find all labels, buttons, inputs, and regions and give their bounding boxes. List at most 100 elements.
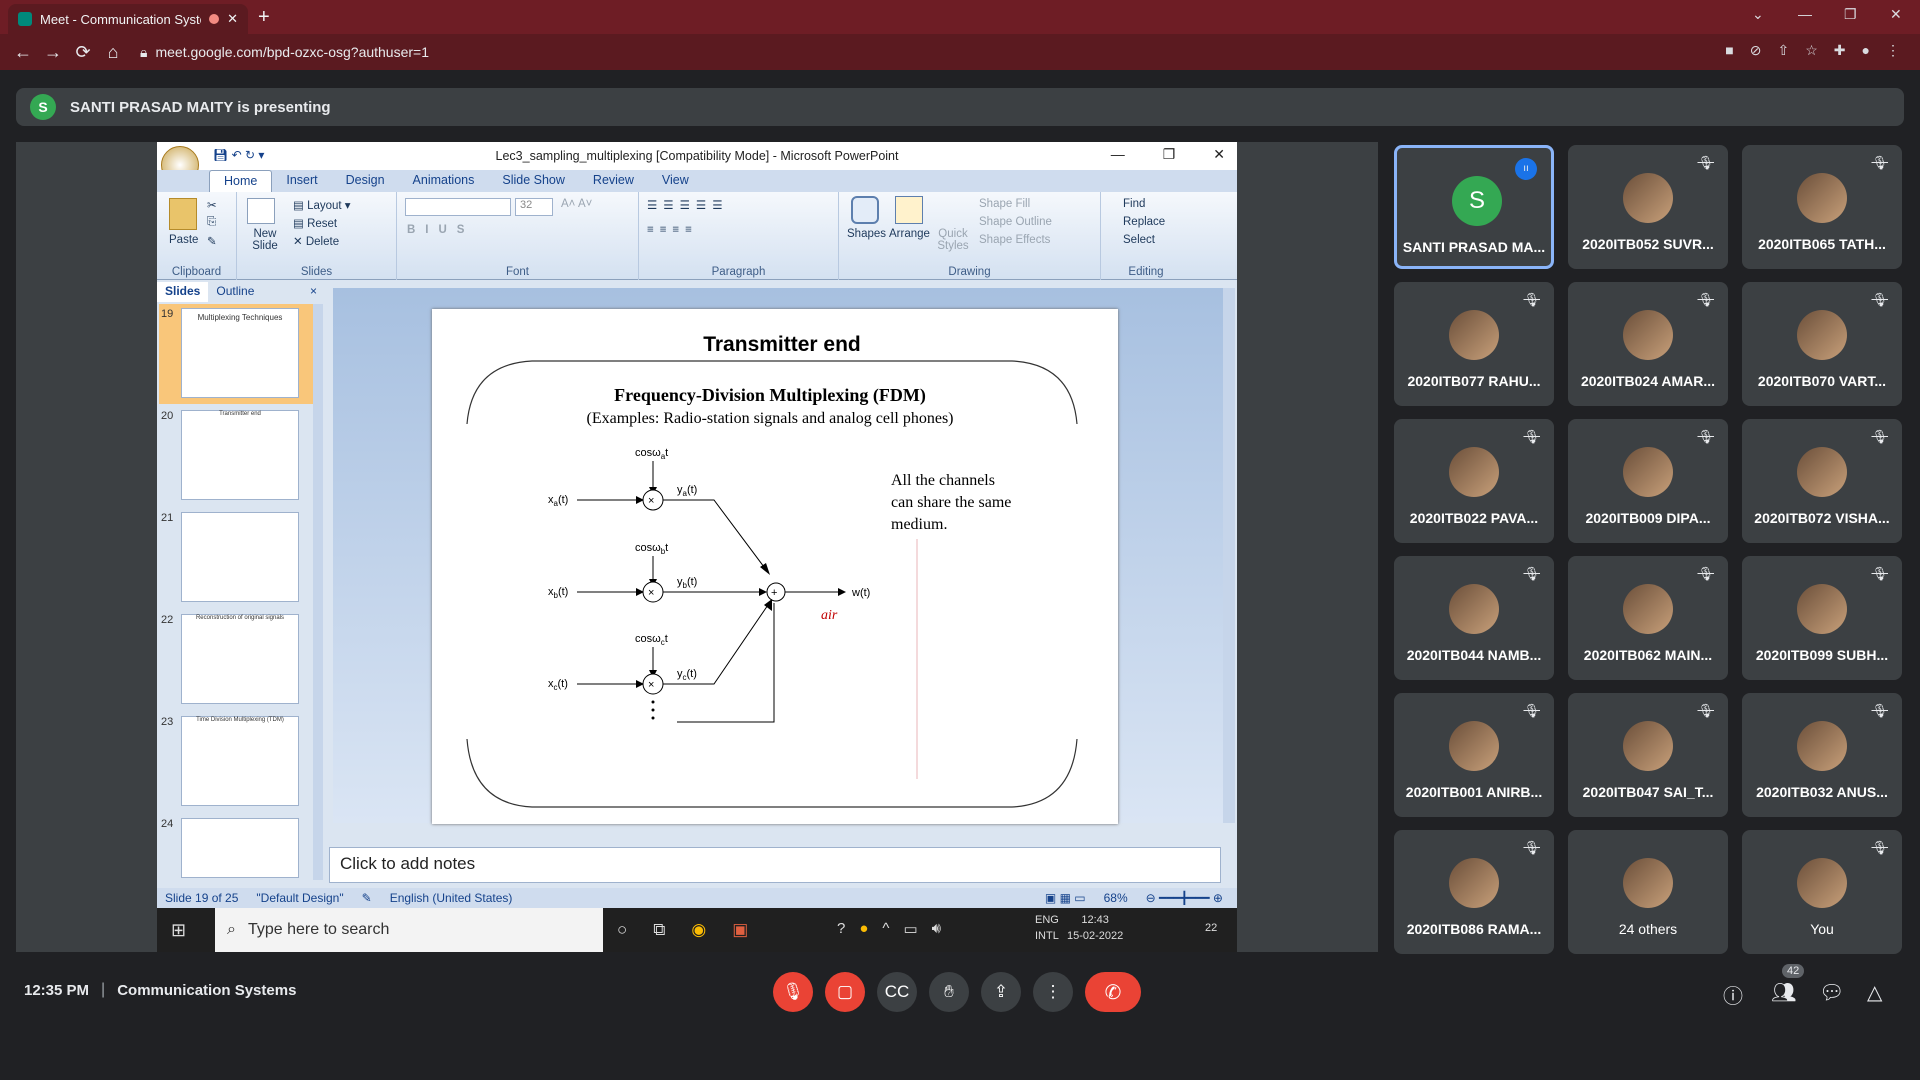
participant-tile[interactable]: You 🎙︎ xyxy=(1742,830,1902,954)
chrome-menu-icon[interactable]: ⋮ xyxy=(1886,42,1900,59)
tab-outline[interactable]: Outline xyxy=(208,282,262,302)
input-language[interactable]: ENG INTL xyxy=(1035,912,1059,944)
cortana-icon[interactable]: ○ xyxy=(617,920,627,940)
paste-icon[interactable] xyxy=(169,198,197,230)
participant-tile[interactable]: 2020ITB052 SUVR... 🎙︎ xyxy=(1568,145,1728,269)
people-icon[interactable]: 👥︎ xyxy=(1771,980,1796,1005)
view-buttons[interactable]: ▣ ▦ ▭ xyxy=(1045,891,1086,905)
participant-tile[interactable]: S SANTI PRASAD MA... ıı xyxy=(1394,145,1554,269)
ppt-minimize-icon[interactable]: — xyxy=(1111,146,1125,163)
participant-tile[interactable]: 24 others xyxy=(1568,830,1728,954)
find-button[interactable]: Find xyxy=(1123,198,1145,210)
participant-tile[interactable]: 2020ITB070 VART... 🎙︎ xyxy=(1742,282,1902,406)
cut-icon[interactable]: ✂ xyxy=(207,198,217,212)
delete-button[interactable]: ✕ Delete xyxy=(293,234,339,248)
bullets-icons[interactable]: ☰☰☰☰☰ xyxy=(647,198,729,212)
share-icon[interactable]: ⇧ xyxy=(1778,42,1790,59)
new-tab-button[interactable]: + xyxy=(258,6,270,29)
slide-thumbnail[interactable]: Multiplexing Techniques xyxy=(181,308,299,398)
paste-button[interactable]: Paste xyxy=(169,234,198,246)
shape-effects-button[interactable]: Shape Effects xyxy=(979,234,1050,246)
tab-close-icon[interactable]: ✕ xyxy=(227,11,238,27)
participant-tile[interactable]: 2020ITB077 RAHU... 🎙︎ xyxy=(1394,282,1554,406)
browser-tab[interactable]: Meet - Communication Syste ✕ xyxy=(8,4,248,34)
spellcheck-icon[interactable]: ✎ xyxy=(362,891,372,905)
participant-tile[interactable]: 2020ITB001 ANIRB... 🎙︎ xyxy=(1394,693,1554,817)
shapes-button[interactable]: Shapes xyxy=(847,228,886,240)
forward-icon[interactable]: → xyxy=(38,42,68,63)
activities-icon[interactable]: △ xyxy=(1867,980,1882,1005)
participant-tile[interactable]: 2020ITB024 AMAR... 🎙︎ xyxy=(1568,282,1728,406)
mic-off-button[interactable]: 🎙︎ xyxy=(773,972,813,1012)
participant-tile[interactable]: 2020ITB072 VISHA... 🎙︎ xyxy=(1742,419,1902,543)
network-icon[interactable]: ▭ xyxy=(903,920,917,938)
chat-icon[interactable]: 💬︎ xyxy=(1819,980,1844,1005)
quick-access-toolbar[interactable]: 💾︎ ↶ ↻ ▾ xyxy=(213,148,264,162)
raise-hand-button[interactable]: ✋︎ xyxy=(929,972,969,1012)
notification-count[interactable]: 22 xyxy=(1205,922,1217,934)
meeting-details-icon[interactable]: ⓘ xyxy=(1723,980,1743,1009)
task-view-icon[interactable]: ⧉ xyxy=(653,920,665,940)
participant-tile[interactable]: 2020ITB044 NAMB... 🎙︎ xyxy=(1394,556,1554,680)
zoom-level[interactable]: 68% xyxy=(1104,891,1128,905)
arrange-button[interactable]: Arrange xyxy=(889,228,930,240)
participant-tile[interactable]: 2020ITB099 SUBH... 🎙︎ xyxy=(1742,556,1902,680)
notes-field[interactable]: Click to add notes xyxy=(329,847,1221,883)
tab-review[interactable]: Review xyxy=(579,170,648,192)
restore-icon[interactable]: ❐ xyxy=(1844,6,1857,23)
participant-tile[interactable]: 2020ITB032 ANUS... 🎙︎ xyxy=(1742,693,1902,817)
tab-slide-show[interactable]: Slide Show xyxy=(488,170,579,192)
participant-tile[interactable]: 2020ITB062 MAIN... 🎙︎ xyxy=(1568,556,1728,680)
tab-slides[interactable]: Slides xyxy=(157,282,209,302)
editor-scrollbar[interactable] xyxy=(1223,288,1235,823)
tab-search-icon[interactable]: ⌄ xyxy=(1752,6,1764,23)
participant-tile[interactable]: 2020ITB022 PAVA... 🎙︎ xyxy=(1394,419,1554,543)
slide-thumbnail[interactable] xyxy=(181,818,299,878)
camera-off-button[interactable]: ▢ xyxy=(825,972,865,1012)
weather-icon[interactable]: ● xyxy=(859,920,868,938)
slide-thumbnail[interactable]: Reconstruction of original signals xyxy=(181,614,299,704)
select-button[interactable]: Select xyxy=(1123,234,1155,246)
tab-view[interactable]: View xyxy=(648,170,703,192)
chrome-app-icon[interactable]: ◉ xyxy=(691,920,706,940)
tab-design[interactable]: Design xyxy=(332,170,399,192)
more-options-button[interactable]: ⋮ xyxy=(1033,972,1073,1012)
bookmark-star-icon[interactable]: ☆ xyxy=(1805,42,1818,59)
font-size-field[interactable]: 32 xyxy=(515,198,553,216)
present-button[interactable]: ⇪ xyxy=(981,972,1021,1012)
format-painter-icon[interactable]: ✎ xyxy=(207,234,217,248)
tab-home[interactable]: Home xyxy=(209,170,273,192)
extensions-icon[interactable]: ✚ xyxy=(1834,42,1846,59)
shape-outline-button[interactable]: Shape Outline xyxy=(979,216,1052,228)
slide-thumbnail[interactable] xyxy=(181,512,299,602)
home-icon[interactable]: ⌂ xyxy=(98,42,128,63)
panel-close-icon[interactable]: × xyxy=(302,282,325,302)
camera-icon[interactable]: ■ xyxy=(1725,42,1733,59)
powerpoint-app-icon[interactable]: ▣ xyxy=(732,920,748,940)
arrange-icon[interactable] xyxy=(895,196,923,224)
participant-tile[interactable]: 2020ITB009 DIPA... 🎙︎ xyxy=(1568,419,1728,543)
tray-chevron-icon[interactable]: ^ xyxy=(882,920,889,938)
back-icon[interactable]: ← xyxy=(8,42,38,63)
ppt-close-icon[interactable]: ✕ xyxy=(1213,146,1225,163)
end-call-button[interactable]: ✆ xyxy=(1085,972,1141,1012)
copy-icon[interactable]: ⎘ xyxy=(207,216,216,229)
layout-button[interactable]: ▤ Layout ▾ xyxy=(293,198,351,212)
url-field[interactable]: 🔒︎ meet.google.com/bpd-ozxc-osg?authuser… xyxy=(140,39,1660,65)
slide-thumbnail[interactable]: Time Division Multiplexing (TDM) xyxy=(181,716,299,806)
minimize-icon[interactable]: — xyxy=(1798,6,1812,22)
shapes-icon[interactable] xyxy=(851,196,879,224)
current-slide[interactable]: Transmitter end Frequency-Division Multi… xyxy=(432,309,1118,824)
profile-avatar[interactable]: ● xyxy=(1862,42,1870,59)
participant-tile[interactable]: 2020ITB086 RAMA... 🎙︎ xyxy=(1394,830,1554,954)
ppt-restore-icon[interactable]: ❐ xyxy=(1163,146,1176,163)
captions-button[interactable]: CC xyxy=(877,972,917,1012)
participant-tile[interactable]: 2020ITB047 SAI_T... 🎙︎ xyxy=(1568,693,1728,817)
tab-insert[interactable]: Insert xyxy=(272,170,331,192)
shape-fill-button[interactable]: Shape Fill xyxy=(979,198,1030,210)
reset-button[interactable]: ▤ Reset xyxy=(293,216,337,230)
taskbar-search[interactable]: ⌕ Type here to search xyxy=(215,908,603,952)
slide-thumbnail[interactable]: Transmitter end xyxy=(181,410,299,500)
volume-icon[interactable]: 🔊︎ xyxy=(932,920,941,938)
mic-blocked-icon[interactable]: ⊘ xyxy=(1750,42,1762,59)
